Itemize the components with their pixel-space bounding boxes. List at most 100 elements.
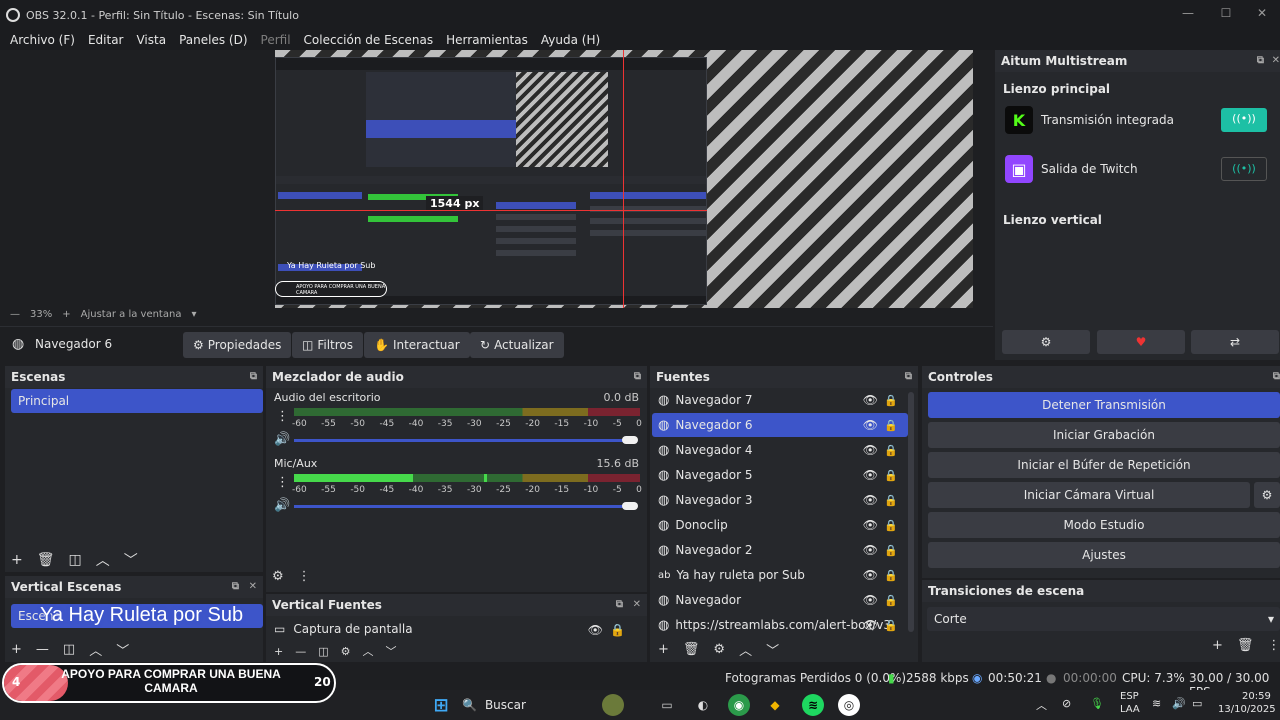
sources-scrollbar[interactable] (908, 392, 914, 632)
filter-icon[interactable]: ◫ (63, 642, 75, 657)
eye-icon[interactable]: 👁 (863, 418, 878, 432)
wifi-icon[interactable]: ≋ (1152, 697, 1161, 710)
speaker-icon[interactable]: 🔊 (274, 432, 290, 447)
share-button[interactable]: ⇄ (1191, 330, 1279, 354)
stop-stream-button[interactable]: Detener Transmisión (928, 392, 1280, 418)
start-virtual-camera-button[interactable]: Iniciar Cámara Virtual (928, 482, 1250, 508)
menu-edit[interactable]: Editar (88, 33, 124, 47)
eye-icon[interactable]: 👁 (863, 568, 878, 582)
add-icon[interactable]: + (1212, 638, 1223, 653)
eye-icon[interactable]: 👁 (863, 593, 878, 607)
steam-icon[interactable]: ◐ (692, 694, 714, 716)
filter-icon[interactable]: ◫ (69, 552, 82, 568)
speaker-icon[interactable]: 🔊 (274, 498, 290, 513)
source-item[interactable]: ◍ Donoclip 👁 🔒 (652, 513, 908, 537)
menu-help[interactable]: Ayuda (H) (541, 33, 600, 47)
volume-slider-knob[interactable] (622, 436, 638, 444)
fit-window-select[interactable]: Ajustar a la ventana (81, 309, 182, 320)
eye-icon[interactable]: 👁 (863, 618, 878, 632)
eye-icon[interactable]: 👁 (863, 443, 878, 457)
eye-icon[interactable]: 👁 (863, 493, 878, 507)
lock-icon[interactable]: 🔒 (884, 519, 898, 532)
studio-mode-button[interactable]: Modo Estudio (928, 512, 1280, 538)
lock-icon[interactable]: 🔒 (884, 569, 898, 582)
float-icon[interactable]: ⧉ (905, 371, 912, 382)
source-item[interactable]: ◍ Navegador 7 👁 🔒 (652, 388, 908, 412)
menu-file[interactable]: Archivo (F) (10, 33, 75, 47)
lock-icon[interactable]: 🔒 (884, 594, 898, 607)
chevron-down-icon[interactable]: ﹀ (116, 640, 129, 659)
close-dock-icon[interactable]: ✕ (633, 599, 641, 610)
source-item[interactable]: ◍ Navegador 3 👁 🔒 (652, 488, 908, 512)
kebab-menu-icon[interactable]: ⋮ (276, 475, 289, 490)
chevron-down-icon[interactable]: ﹀ (386, 643, 397, 659)
interact-button[interactable]: ✋ Interactuar (364, 332, 470, 358)
gear-icon[interactable]: ⚙ (272, 569, 284, 584)
trash-icon[interactable]: 🗑 (37, 552, 55, 568)
chevron-up-icon[interactable]: ︿ (363, 643, 374, 659)
source-item[interactable]: ab Ya hay ruleta por Sub 👁 🔒 (652, 563, 908, 587)
kebab-menu-icon[interactable]: ⋮ (276, 409, 289, 424)
menu-scene-collection[interactable]: Colección de Escenas (304, 33, 434, 47)
clock-date[interactable]: 13/10/2025 (1218, 704, 1276, 715)
mic-icon[interactable]: 🎙 (1090, 697, 1104, 710)
menu-view[interactable]: Vista (136, 33, 166, 47)
filter-icon[interactable]: ◫ (318, 645, 328, 658)
chevron-down-icon[interactable]: ▾ (191, 309, 196, 320)
remove-icon[interactable]: — (295, 645, 306, 658)
gear-icon[interactable]: ⚙ (341, 645, 351, 658)
volume-icon[interactable]: 🔊 (1172, 697, 1186, 710)
add-icon[interactable]: + (11, 642, 22, 657)
heart-button[interactable]: ♥ (1097, 330, 1185, 354)
zoom-in-icon[interactable]: + (62, 309, 70, 320)
lock-icon[interactable]: 🔒 (884, 469, 898, 482)
kebab-menu-icon[interactable]: ⋮ (1267, 638, 1280, 653)
volume-slider-knob[interactable] (622, 502, 638, 510)
menu-profile[interactable]: Perfil (261, 33, 291, 47)
language-bottom[interactable]: LAA (1120, 704, 1140, 715)
chevron-down-icon[interactable]: ﹀ (124, 550, 138, 570)
volume-slider[interactable] (294, 439, 634, 442)
app-icon[interactable]: ◆ (764, 694, 786, 716)
volume-slider[interactable] (294, 505, 634, 508)
clock-time[interactable]: 20:59 (1242, 691, 1271, 702)
lock-icon[interactable]: 🔒 (884, 619, 898, 632)
eye-icon[interactable]: 👁 (863, 543, 878, 557)
add-icon[interactable]: + (274, 645, 283, 658)
add-icon[interactable]: + (658, 642, 669, 657)
chevron-up-icon[interactable]: ︿ (1036, 697, 1047, 713)
chevron-up-icon[interactable]: ︿ (739, 640, 752, 659)
battery-icon[interactable]: ▭ (1192, 697, 1202, 710)
windows-start-icon[interactable]: ⊞ (430, 694, 452, 716)
float-icon[interactable]: ⧉ (1273, 371, 1280, 382)
chevron-up-icon[interactable]: ︿ (89, 640, 102, 659)
taskbar-search[interactable]: 🔍 Buscar (462, 694, 592, 716)
source-item[interactable]: ◍ https://streamlabs.com/alert-box/v3 👁 🔒 (652, 613, 908, 637)
mute-icon[interactable]: ⊘ (1062, 697, 1071, 710)
spotify-icon[interactable]: ≋ (802, 694, 824, 716)
lock-icon[interactable]: 🔒 (884, 444, 898, 457)
float-icon[interactable]: ⧉ (616, 599, 623, 610)
start-replay-buffer-button[interactable]: Iniciar el Búfer de Repetición (928, 452, 1280, 478)
source-item[interactable]: ◍ Navegador 4 👁 🔒 (652, 438, 908, 462)
multistream-settings-button[interactable]: ⚙ (1002, 330, 1090, 354)
trash-icon[interactable]: 🗑 (1237, 638, 1254, 653)
twitch-broadcast-toggle[interactable]: ((•)) (1221, 157, 1267, 181)
source-item[interactable]: ◍ Navegador 2 👁 🔒 (652, 538, 908, 562)
lock-icon[interactable]: 🔒 (610, 623, 625, 637)
add-icon[interactable]: + (11, 552, 23, 568)
float-icon[interactable]: ⧉ (634, 371, 641, 382)
minimize-icon[interactable]: — (1178, 6, 1198, 22)
language-top[interactable]: ESP (1120, 691, 1139, 702)
gear-icon[interactable]: ⚙ (713, 642, 725, 657)
obs-taskbar-icon[interactable]: ◎ (838, 694, 860, 716)
source-item[interactable]: ◍ Navegador 5 👁 🔒 (652, 463, 908, 487)
trash-icon[interactable]: 🗑 (683, 642, 700, 657)
kebab-menu-icon[interactable]: ⋮ (298, 569, 311, 584)
float-icon[interactable]: ⧉ (232, 581, 239, 592)
filters-button[interactable]: ◫ Filtros (292, 332, 364, 358)
settings-button[interactable]: Ajustes (928, 542, 1280, 568)
eye-icon[interactable]: 👁 (863, 518, 878, 532)
lock-icon[interactable]: 🔒 (884, 494, 898, 507)
eye-icon[interactable]: 👁 (863, 393, 878, 407)
